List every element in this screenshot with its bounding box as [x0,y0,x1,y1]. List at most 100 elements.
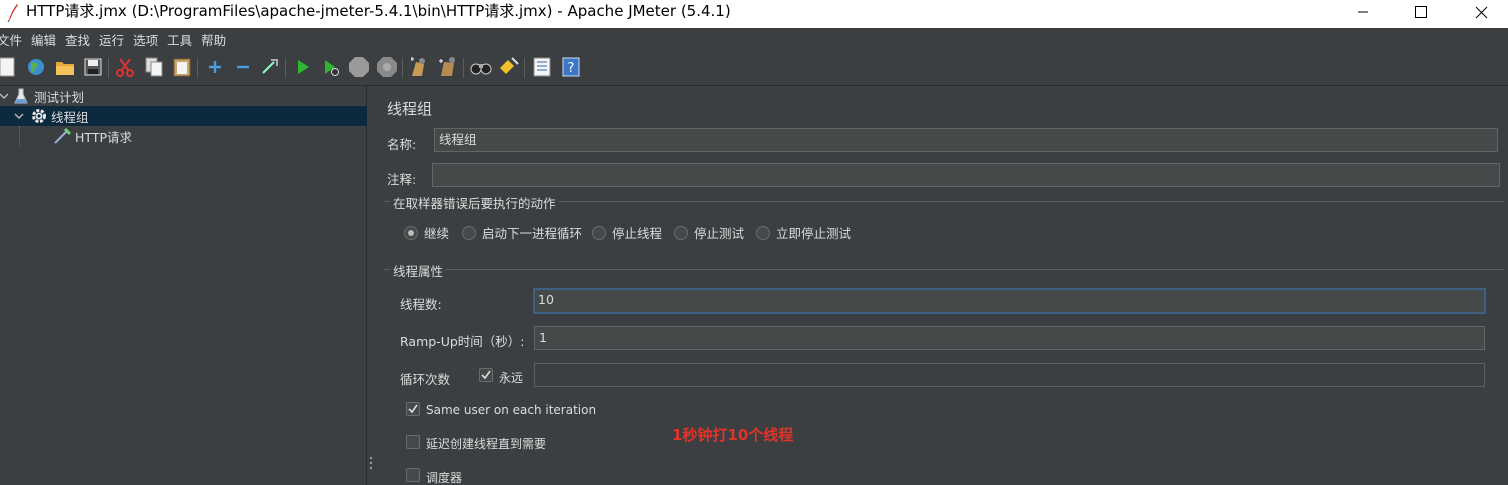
annotation-text: 1秒钟打10个线程 [672,426,794,444]
function-helper-button[interactable] [531,56,553,78]
save-button[interactable] [82,56,104,78]
radio-start-next-loop[interactable]: 启动下一进程循环 [462,223,582,242]
name-input[interactable]: 线程组 [434,128,1498,152]
minimize-icon [1358,11,1368,13]
new-button[interactable] [0,56,18,78]
save-icon [84,58,102,76]
rampup-input[interactable]: 1 [534,326,1485,350]
shutdown-icon [377,57,397,77]
radio-label: 继续 [424,226,450,241]
reset-search-icon [500,57,519,74]
title-bar: HTTP请求.jmx (D:\ProgramFiles\apache-jmete… [0,0,1508,28]
loop-forever-label: 永远 [499,371,524,385]
radio-label: 停止线程 [612,226,663,241]
same-user-label: Same user on each iteration [426,403,597,417]
radio-icon [674,225,688,240]
paste-button[interactable] [171,56,193,78]
search-icon [470,63,492,75]
cut-icon [116,58,134,77]
comment-label: 注释: [387,172,417,187]
clear-all-button[interactable] [437,56,459,78]
same-user-checkbox[interactable] [406,402,420,416]
radio-icon [756,225,770,240]
open-button[interactable] [54,56,76,78]
svg-text:?: ? [568,61,575,76]
start-no-pause-button[interactable] [320,56,342,78]
tree-item-test-plan[interactable]: 测试计划 [0,86,367,106]
remove-icon [237,65,249,69]
minimize-button[interactable] [1340,0,1386,24]
splitter-handle-icon[interactable] [369,456,373,472]
radio-selected-icon [404,225,418,240]
radio-stop-test-now[interactable]: 立即停止测试 [756,223,851,242]
stop-icon [349,57,369,77]
paste-icon [173,58,191,77]
tree-item-label: 线程组 [51,109,89,125]
maximize-button[interactable] [1398,0,1444,24]
thread-group-editor: 线程组 名称: 线程组 注释: 在取样器错误后要执行的动作 继续 启动下一进程循… [374,86,1508,485]
start-button[interactable] [292,56,314,78]
error-action-group-title: 在取样器错误后要执行的动作 [390,193,559,212]
menu-bar: 文件 编辑 查找 运行 选项 工具 帮助 [0,28,1508,50]
chevron-down-icon [14,113,24,119]
checkmark-icon [481,370,491,380]
chevron-down-icon [0,93,9,99]
clear-button[interactable] [408,56,430,78]
menu-options[interactable]: 选项 [133,30,162,49]
menu-tools[interactable]: 工具 [167,30,196,49]
close-button[interactable] [1458,0,1504,24]
tree-item-http-request[interactable]: HTTP请求 [0,126,367,146]
tree-item-thread-group[interactable]: 线程组 [0,106,367,126]
stop-button[interactable] [348,56,370,78]
help-icon: ? [562,57,580,77]
close-icon [1475,6,1487,18]
remove-button[interactable] [232,56,254,78]
page-title: 线程组 [387,100,433,118]
add-icon [209,61,221,73]
toolbar: ? [0,50,1508,86]
add-button[interactable] [204,56,226,78]
threads-label: 线程数: [400,297,442,312]
toggle-button[interactable] [259,56,281,78]
menu-help[interactable]: 帮助 [201,30,230,49]
window-title: HTTP请求.jmx (D:\ProgramFiles\apache-jmete… [26,2,731,20]
maximize-icon [1415,6,1427,18]
radio-label: 启动下一进程循环 [482,226,583,241]
jmeter-feather-icon [7,4,18,23]
thread-properties-group-title: 线程属性 [390,261,447,280]
scheduler-label: 调度器 [426,471,463,485]
templates-button[interactable] [25,56,47,78]
help-button[interactable]: ? [560,56,582,78]
radio-label: 立即停止测试 [776,226,852,241]
reset-search-button[interactable] [498,56,520,78]
radio-continue[interactable]: 继续 [404,223,449,242]
threads-input[interactable]: 10 [533,288,1486,314]
menu-edit[interactable]: 编辑 [31,30,60,49]
open-icon [56,62,74,75]
scheduler-checkbox[interactable] [406,468,420,482]
templates-icon [28,59,44,75]
loop-count-input[interactable] [534,363,1485,387]
menu-file[interactable]: 文件 [0,30,26,49]
start-icon [298,60,309,74]
cut-button[interactable] [114,56,136,78]
search-button[interactable] [470,56,492,78]
toggle-icon [262,59,278,74]
comment-input[interactable] [432,163,1500,187]
menu-search[interactable]: 查找 [65,30,94,49]
radio-label: 停止测试 [694,226,745,241]
flask-icon [14,88,28,104]
delay-thread-creation-checkbox[interactable] [406,435,420,449]
radio-stop-thread[interactable]: 停止线程 [592,223,662,242]
loop-forever-checkbox[interactable] [479,368,493,382]
radio-stop-test[interactable]: 停止测试 [674,223,744,242]
radio-icon [462,225,476,240]
clear-icon [411,57,425,76]
loop-label: 循环次数 [400,372,451,387]
gear-icon [32,109,46,123]
menu-run[interactable]: 运行 [99,30,128,49]
copy-button[interactable] [143,56,165,78]
checkmark-icon [408,404,418,414]
new-icon [0,57,15,77]
shutdown-button[interactable] [376,56,398,78]
